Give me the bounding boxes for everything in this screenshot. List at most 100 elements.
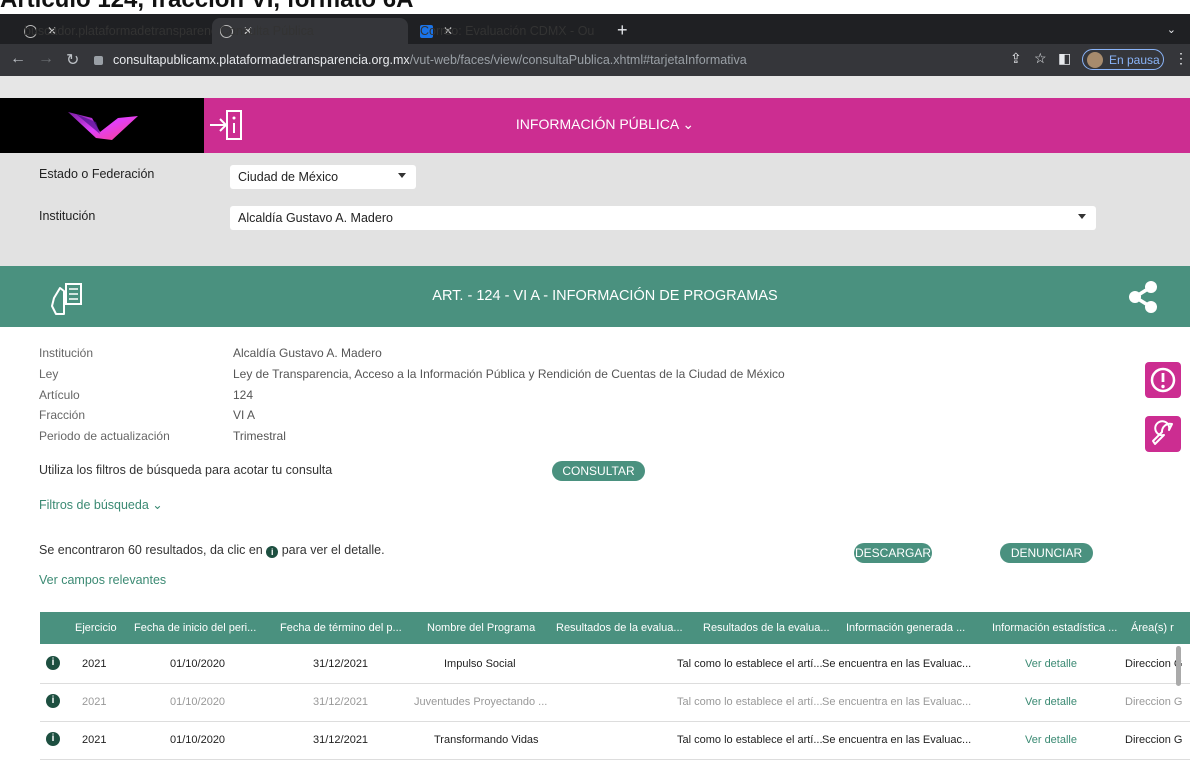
col-nombre-programa[interactable]: Nombre del Programa xyxy=(427,622,535,634)
institucion-label: Institución xyxy=(39,209,96,223)
share-page-icon[interactable]: ⇪ xyxy=(1010,50,1022,67)
meta-label-fraccion: Fracción xyxy=(39,408,86,422)
browser-tab-correo[interactable]: Correo: Evaluación CDMX - Ou ✕ xyxy=(412,18,608,44)
profile-pause-button[interactable]: En pausa xyxy=(1082,49,1164,70)
meta-value-fraccion: VI A xyxy=(233,408,256,422)
col-informacion-generada[interactable]: Información generada ... xyxy=(846,622,965,634)
filters-panel: Estado o Federación Ciudad de México Ins… xyxy=(0,153,1190,266)
descargar-button[interactable]: DESCARGAR xyxy=(854,543,932,563)
alert-icon xyxy=(1150,367,1176,393)
col-resultados-2[interactable]: Resultados de la evalua... xyxy=(703,622,830,634)
browser-tab-consulta[interactable]: Consulta Pública ✕ xyxy=(212,18,408,44)
consultar-button[interactable]: CONSULTAR xyxy=(552,461,645,481)
top-band xyxy=(0,76,1190,98)
cell-info: Se encuentra en las Evaluac... xyxy=(822,734,972,746)
address-bar[interactable]: consultapublicamx.plataformadetransparen… xyxy=(94,48,994,72)
wrench-icon xyxy=(1152,420,1173,445)
profile-status: En pausa xyxy=(1109,52,1160,67)
tab-label: Consulta Pública xyxy=(220,24,314,38)
cell-area: Direccion G xyxy=(1125,658,1183,670)
alert-button[interactable] xyxy=(1145,362,1181,398)
col-fecha-termino[interactable]: Fecha de término del p... xyxy=(280,622,402,634)
chevron-down-icon xyxy=(1078,214,1086,219)
cell-programa: Juventudes Proyectando ... xyxy=(414,696,548,708)
browser-menu-icon[interactable]: ⋮ xyxy=(1174,50,1188,67)
tab-search-chevron-icon[interactable]: ⌄ xyxy=(1167,23,1176,36)
informacion-publica-menu[interactable]: INFORMACIÓN PÚBLICA ⌄ xyxy=(0,116,1190,133)
col-areas[interactable]: Área(s) r xyxy=(1131,622,1174,634)
tab-label: buscador.plataformadetransparencia xyxy=(24,24,227,38)
cell-inicio: 01/10/2020 xyxy=(170,658,226,670)
side-panel-icon[interactable]: ◧ xyxy=(1058,50,1071,67)
col-resultados-1[interactable]: Resultados de la evalua... xyxy=(556,622,683,634)
estado-label: Estado o Federación xyxy=(39,167,155,181)
meta-label-institucion: Institución xyxy=(39,346,94,360)
ver-campos-relevantes-link[interactable]: Ver campos relevantes xyxy=(39,573,166,587)
cell-inicio: 01/10/2020 xyxy=(170,734,226,746)
results-summary: Se encontraron 60 resultados, da clic en… xyxy=(39,543,385,558)
ver-detalle-link[interactable]: Ver detalle xyxy=(1025,734,1077,746)
url-host: consultapublicamx.plataformadetransparen… xyxy=(113,53,410,67)
back-icon[interactable]: ← xyxy=(10,50,26,68)
col-ejercicio[interactable]: Ejercicio xyxy=(75,622,117,634)
institucion-select[interactable]: Alcaldía Gustavo A. Madero xyxy=(230,206,1096,230)
ver-detalle-link[interactable]: Ver detalle xyxy=(1025,658,1077,670)
cell-info: Se encuentra en las Evaluac... xyxy=(822,696,972,708)
col-informacion-estadistica[interactable]: Información estadística ... xyxy=(992,622,1117,634)
meta-value-articulo: 124 xyxy=(233,388,254,402)
meta-label-ley: Ley xyxy=(39,367,59,381)
cell-res2: Tal como lo establece el artí... xyxy=(677,734,823,746)
browser-tab-buscador[interactable]: buscador.plataformadetransparencia ✕ xyxy=(16,18,227,44)
results-table-header: Ejercicio Fecha de inicio del peri... Fe… xyxy=(40,612,1190,644)
cell-info: Se encuentra en las Evaluac... xyxy=(822,658,972,670)
cell-ejercicio: 2021 xyxy=(82,734,107,746)
ver-detalle-link[interactable]: Ver detalle xyxy=(1025,696,1077,708)
section-title: ART. - 124 - VI A - INFORMACIÓN DE PROGR… xyxy=(432,288,778,304)
document-title: Artículo 124, fracción VI, formato 6A xyxy=(0,0,413,13)
denunciar-button[interactable]: DENUNCIAR xyxy=(1000,543,1093,563)
table-row: i 2021 01/10/2020 31/12/2021 Impulso Soc… xyxy=(40,646,1190,684)
info-icon: i xyxy=(266,546,279,558)
cell-area: Direccion G xyxy=(1125,734,1183,746)
site-header: INFORMACIÓN PÚBLICA ⌄ xyxy=(0,98,1190,153)
cell-termino: 31/12/2021 xyxy=(313,734,369,746)
cell-res2: Tal como lo establece el artí... xyxy=(677,696,823,708)
reload-icon[interactable]: ↻ xyxy=(66,50,79,70)
cell-termino: 31/12/2021 xyxy=(313,696,369,708)
meta-label-articulo: Artículo xyxy=(39,388,80,402)
bookmark-star-icon[interactable]: ☆ xyxy=(1034,50,1047,67)
table-row: i 2021 01/10/2020 31/12/2021 Juventudes … xyxy=(40,684,1190,722)
estado-value: Ciudad de México xyxy=(238,170,339,184)
info-icon[interactable]: i xyxy=(46,732,60,746)
browser-tab-bar: buscador.plataformadetransparencia ✕ Con… xyxy=(0,14,1190,44)
results-suffix: para ver el detalle. xyxy=(281,543,385,557)
share-icon[interactable] xyxy=(1126,279,1160,315)
filtros-busqueda-toggle[interactable]: Filtros de búsqueda ⌄ xyxy=(39,497,163,512)
cell-res2: Tal como lo establece el artí... xyxy=(677,658,823,670)
chevron-down-icon xyxy=(398,173,406,178)
estado-select[interactable]: Ciudad de México xyxy=(230,165,416,189)
table-row: i 2021 01/10/2020 31/12/2021 Transforman… xyxy=(40,722,1190,760)
meta-label-periodo: Periodo de actualización xyxy=(39,429,170,443)
section-bar: ART. - 124 - VI A - INFORMACIÓN DE PROGR… xyxy=(0,266,1190,327)
info-icon[interactable]: i xyxy=(46,656,60,670)
col-fecha-inicio[interactable]: Fecha de inicio del peri... xyxy=(134,622,256,634)
cell-ejercicio: 2021 xyxy=(82,696,107,708)
meta-value-ley: Ley de Transparencia, Acceso a la Inform… xyxy=(233,367,785,381)
forward-icon[interactable]: → xyxy=(38,50,54,68)
info-icon[interactable]: i xyxy=(46,694,60,708)
tools-button[interactable] xyxy=(1145,416,1181,452)
cell-programa: Impulso Social xyxy=(444,658,516,670)
search-hint: Utiliza los filtros de búsqueda para aco… xyxy=(39,463,333,477)
cell-ejercicio: 2021 xyxy=(82,658,107,670)
cell-inicio: 01/10/2020 xyxy=(170,696,226,708)
tab-label: Correo: Evaluación CDMX - Ou xyxy=(420,24,595,38)
meta-value-institucion: Alcaldía Gustavo A. Madero xyxy=(233,346,382,360)
url-path: /vut-web/faces/view/consultaPublica.xhtm… xyxy=(409,53,747,67)
new-tab-icon[interactable]: + xyxy=(617,20,628,41)
cell-programa: Transformando Vidas xyxy=(434,734,539,746)
cell-area: Direccion G xyxy=(1125,696,1183,708)
browser-toolbar: ← → ↻ consultapublicamx.plataformadetran… xyxy=(0,44,1190,76)
avatar xyxy=(1087,51,1103,68)
table-scrollbar[interactable] xyxy=(1176,646,1181,686)
